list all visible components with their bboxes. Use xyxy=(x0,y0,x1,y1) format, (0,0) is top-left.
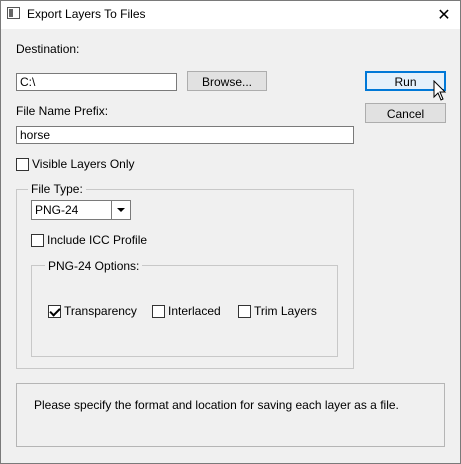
message-text: Please specify the format and location f… xyxy=(34,398,399,412)
checkbox-box[interactable] xyxy=(48,304,61,318)
file-type-selected-value: PNG-24 xyxy=(35,203,79,217)
message-panel: Please specify the format and location f… xyxy=(16,383,445,447)
checkbox-box[interactable] xyxy=(152,304,165,318)
checkbox-box[interactable] xyxy=(16,157,29,171)
checkbox-box[interactable] xyxy=(238,304,251,318)
trim-layers-checkbox[interactable]: Trim Layers xyxy=(238,303,317,319)
include-icc-profile-checkbox[interactable]: Include ICC Profile xyxy=(31,232,147,248)
title-bar: Export Layers To Files ✕ xyxy=(1,1,460,29)
visible-layers-only-label: Visible Layers Only xyxy=(32,157,135,171)
window-app-icon xyxy=(7,7,20,19)
file-type-select[interactable]: PNG-24 xyxy=(31,200,131,220)
transparency-checkbox[interactable]: Transparency xyxy=(48,303,137,319)
interlaced-checkbox[interactable]: Interlaced xyxy=(152,303,221,319)
close-icon[interactable]: ✕ xyxy=(431,5,457,25)
checkbox-box[interactable] xyxy=(31,233,44,247)
trim-layers-label: Trim Layers xyxy=(254,304,317,318)
png24-options-group-label: PNG-24 Options: xyxy=(45,259,143,273)
browse-button[interactable]: Browse... xyxy=(187,71,267,91)
chevron-down-icon[interactable] xyxy=(111,201,130,219)
interlaced-label: Interlaced xyxy=(168,304,221,318)
window-title: Export Layers To Files xyxy=(27,7,146,21)
visible-layers-only-checkbox[interactable]: Visible Layers Only xyxy=(16,156,135,172)
transparency-label: Transparency xyxy=(64,304,137,318)
destination-input[interactable]: C:\ xyxy=(16,73,177,91)
cancel-button[interactable]: Cancel xyxy=(365,103,446,123)
destination-label: Destination: xyxy=(16,42,80,56)
include-icc-profile-label: Include ICC Profile xyxy=(47,233,148,247)
mouse-cursor-icon xyxy=(433,80,447,101)
export-layers-dialog: Export Layers To Files ✕ Destination: C:… xyxy=(0,0,461,464)
file-type-group-label: File Type: xyxy=(28,182,86,196)
file-name-prefix-label: File Name Prefix: xyxy=(16,104,109,118)
file-name-prefix-input[interactable]: horse xyxy=(16,126,354,144)
